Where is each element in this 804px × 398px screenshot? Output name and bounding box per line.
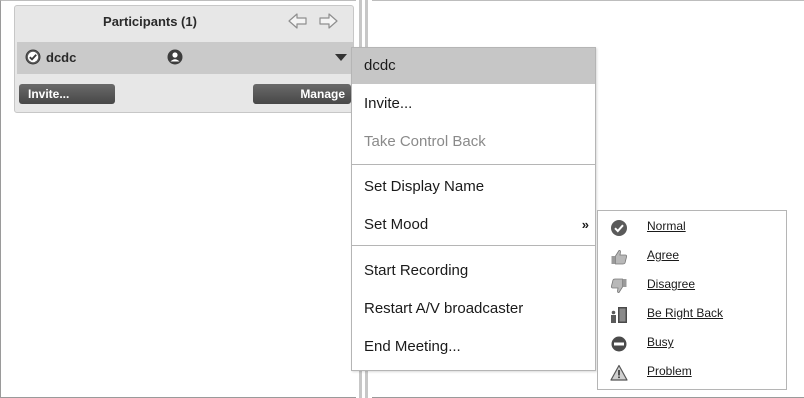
mood-label: Problem bbox=[647, 364, 692, 378]
warning-icon bbox=[610, 364, 628, 381]
panel-header: Participants (1) bbox=[15, 6, 355, 36]
mood-label: Agree bbox=[647, 248, 680, 262]
menu-item-take-control-back: Take Control Back bbox=[364, 133, 486, 150]
chevron-down-icon[interactable] bbox=[335, 54, 347, 61]
menu-item-set-display-name[interactable]: Set Display Name bbox=[352, 169, 595, 205]
menu-header: dcdc bbox=[352, 48, 595, 84]
participant-context-menu: dcdc Invite... Take Control Back Set Dis… bbox=[351, 47, 596, 371]
menu-item-invite[interactable]: Invite... bbox=[352, 86, 595, 122]
mood-item-normal[interactable]: Normal bbox=[598, 213, 786, 242]
menu-item-restart-av-broadcaster[interactable]: Restart A/V broadcaster bbox=[352, 291, 595, 327]
mood-label: Normal bbox=[647, 219, 686, 233]
mood-label: Be Right Back bbox=[647, 306, 724, 320]
mood-submenu: Normal Agree Disagree Be Right Back Busy bbox=[597, 210, 787, 390]
user-icon bbox=[167, 49, 183, 65]
menu-item-start-recording[interactable]: Start Recording bbox=[352, 253, 595, 289]
thumbs-down-icon bbox=[610, 278, 627, 293]
mood-label: Busy bbox=[647, 335, 674, 349]
mood-item-busy[interactable]: Busy bbox=[598, 329, 786, 358]
manage-button[interactable]: Manage bbox=[253, 84, 351, 104]
menu-item-set-mood[interactable]: Set Mood » bbox=[352, 207, 595, 243]
mood-label: Disagree bbox=[647, 277, 696, 291]
mood-item-disagree[interactable]: Disagree bbox=[598, 271, 786, 300]
mood-item-problem[interactable]: Problem bbox=[598, 358, 786, 387]
check-circle-icon bbox=[611, 220, 627, 236]
thumbs-up-icon bbox=[611, 250, 628, 265]
mood-item-be-right-back[interactable]: Be Right Back bbox=[598, 300, 786, 329]
panel-title: Participants (1) bbox=[103, 14, 197, 29]
arrow-right-icon[interactable] bbox=[317, 10, 339, 32]
menu-item-end-meeting[interactable]: End Meeting... bbox=[352, 329, 595, 365]
door-exit-icon bbox=[611, 307, 627, 323]
mood-item-agree[interactable]: Agree bbox=[598, 242, 786, 271]
invite-button[interactable]: Invite... bbox=[19, 84, 115, 104]
check-circle-icon bbox=[25, 49, 41, 65]
no-entry-icon bbox=[611, 336, 627, 352]
menu-separator bbox=[352, 164, 595, 165]
participant-row[interactable]: dcdc bbox=[17, 42, 353, 74]
participants-panel: Participants (1) dcdc Invite... Manage bbox=[14, 5, 354, 113]
menu-item-set-mood-label: Set Mood bbox=[364, 216, 429, 233]
submenu-arrow-icon: » bbox=[581, 217, 589, 232]
arrow-left-icon[interactable] bbox=[287, 10, 309, 32]
participant-name: dcdc bbox=[46, 50, 77, 65]
menu-separator bbox=[352, 245, 595, 246]
